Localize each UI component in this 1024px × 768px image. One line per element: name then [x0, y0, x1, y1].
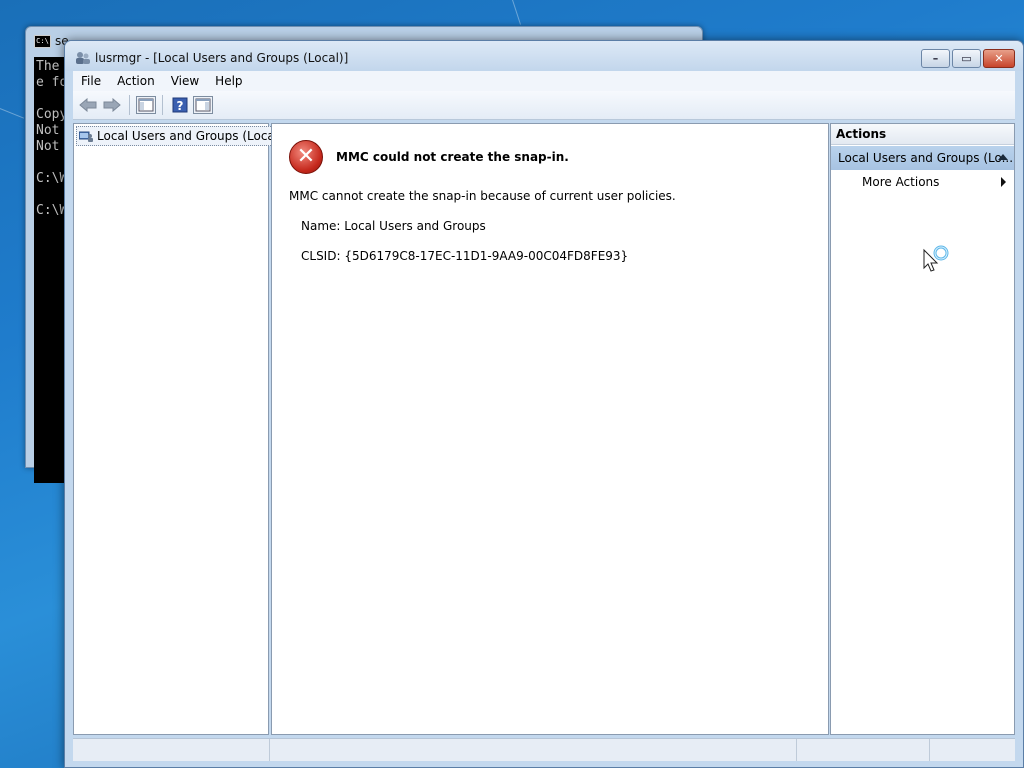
status-segment: [797, 739, 930, 761]
result-pane: ✕ MMC could not create the snap-in. MMC …: [271, 123, 829, 735]
back-button[interactable]: [77, 95, 99, 115]
snapin-clsid: CLSID: {5D6179C8-17EC-11D1-9AA9-00C04FD8…: [301, 249, 629, 263]
toolbar-separator: [129, 95, 130, 115]
actions-section-label: Local Users and Groups (Lo...: [838, 151, 1014, 165]
collapse-triangle-icon[interactable]: [998, 154, 1008, 160]
cmd-icon: C:\: [34, 34, 51, 48]
toolbar: ?: [73, 91, 1015, 120]
more-actions-label: More Actions: [862, 175, 940, 189]
mmc-window[interactable]: lusrmgr - [Local Users and Groups (Local…: [64, 40, 1024, 768]
more-actions-item[interactable]: More Actions: [831, 170, 1014, 194]
desktop-streak: [512, 0, 521, 25]
snapin-name: Name: Local Users and Groups: [301, 219, 486, 233]
close-button[interactable]: ✕: [983, 49, 1015, 68]
menu-bar: File Action View Help: [73, 71, 1015, 91]
menu-file[interactable]: File: [73, 74, 109, 88]
actions-pane: Actions Local Users and Groups (Lo... Mo…: [830, 123, 1015, 735]
actions-header: Actions: [831, 124, 1014, 145]
minimize-icon: –: [932, 52, 939, 65]
show-hide-action-pane-icon: [195, 98, 211, 112]
content-area: Local Users and Groups (Local) ✕ MMC cou…: [73, 121, 1015, 735]
actions-section-local-users[interactable]: Local Users and Groups (Lo...: [831, 146, 1014, 170]
error-icon: ✕: [289, 140, 323, 174]
svg-text:?: ?: [177, 99, 184, 113]
status-bar: [73, 738, 1015, 761]
users-app-icon: [76, 52, 90, 64]
back-arrow-icon: [79, 98, 97, 112]
console-tree[interactable]: Local Users and Groups (Local): [73, 123, 287, 735]
menu-action[interactable]: Action: [109, 74, 163, 88]
forward-button[interactable]: [101, 95, 123, 115]
restore-icon: ▭: [961, 52, 972, 65]
forward-arrow-icon: [103, 98, 121, 112]
show-hide-action-pane-button[interactable]: [193, 96, 213, 114]
busy-cursor-icon: [923, 245, 949, 272]
window-title: lusrmgr - [Local Users and Groups (Local…: [95, 51, 349, 65]
help-button[interactable]: ?: [169, 95, 191, 115]
status-segment: [270, 739, 797, 761]
caption-buttons: – ▭ ✕: [921, 49, 1015, 68]
toolbar-separator: [162, 95, 163, 115]
error-title: MMC could not create the snap-in.: [336, 150, 569, 164]
error-message: MMC cannot create the snap-in because of…: [289, 189, 676, 203]
submenu-arrow-icon: [1001, 177, 1006, 187]
desktop-streak: [0, 108, 25, 119]
tree-item-local-users-and-groups[interactable]: Local Users and Groups (Local): [76, 126, 287, 146]
close-icon: ✕: [994, 52, 1004, 65]
minimize-button[interactable]: –: [921, 49, 950, 68]
show-hide-console-tree-icon: [138, 98, 154, 112]
users-groups-icon: [79, 131, 93, 142]
help-icon: ?: [172, 97, 188, 113]
status-segment: [73, 739, 270, 761]
status-segment: [930, 739, 1014, 761]
maximize-button[interactable]: ▭: [952, 49, 981, 68]
menu-help[interactable]: Help: [207, 74, 250, 88]
menu-view[interactable]: View: [163, 74, 207, 88]
show-hide-tree-button[interactable]: [136, 96, 156, 114]
title-bar[interactable]: lusrmgr - [Local Users and Groups (Local…: [65, 41, 1023, 71]
tree-item-label: Local Users and Groups (Local): [97, 129, 283, 143]
